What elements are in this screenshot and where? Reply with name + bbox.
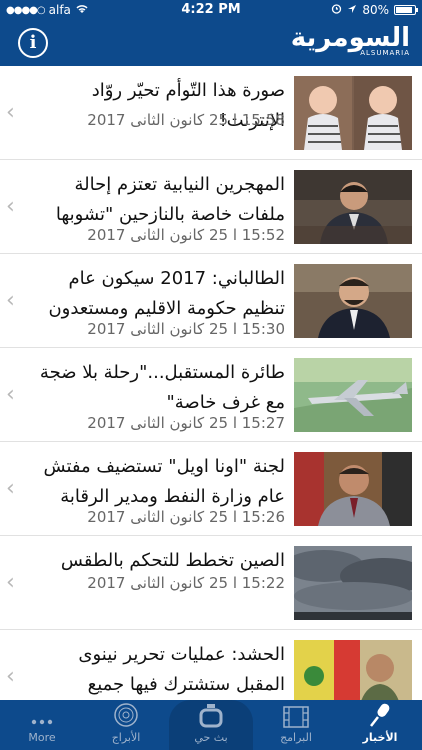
- news-item[interactable]: الطالباني: 2017 سيكون عام تنظيم حكومة ال…: [0, 254, 422, 348]
- chevron-left-icon: ‹: [6, 476, 15, 501]
- news-title: لجنة "اونا اويل" تستضيف مفتش عام وزارة ا…: [43, 456, 285, 507]
- news-title: الحشد: عمليات تحرير نينوى المقبل ستشترك …: [78, 644, 285, 695]
- news-date: 15:30 ا 25 كانون الثانى 2017: [87, 320, 285, 338]
- live-tv-icon: [169, 700, 253, 728]
- news-item[interactable]: الحشد: عمليات تحرير نينوى المقبل ستشترك …: [0, 630, 422, 700]
- news-title: المهجرين النيابية تعتزم إحالة ملفات خاصة…: [55, 174, 285, 225]
- chevron-left-icon: ‹: [6, 570, 15, 595]
- tab-label: الأخبار: [362, 731, 398, 744]
- news-date: 15:27 ا 25 كانون الثانى 2017: [87, 414, 285, 432]
- tab-live[interactable]: بث حي: [169, 700, 253, 750]
- location-icon: [347, 3, 357, 17]
- news-thumbnail: [294, 640, 412, 700]
- news-item[interactable]: طائرة المستقبل..."رحلة بلا ضجة مع غرف خا…: [0, 348, 422, 442]
- news-item[interactable]: المهجرين النيابية تعتزم إحالة ملفات خاصة…: [0, 160, 422, 254]
- tab-label: بث حي: [194, 731, 228, 744]
- chevron-left-icon: ‹: [6, 100, 15, 125]
- tab-news[interactable]: الأخبار: [338, 700, 422, 750]
- news-title: طائرة المستقبل..."رحلة بلا ضجة مع غرف خا…: [39, 362, 285, 413]
- chevron-left-icon: ‹: [6, 664, 15, 689]
- alarm-icon: [331, 3, 342, 17]
- chevron-left-icon: ‹: [6, 382, 15, 407]
- chevron-left-icon: ‹: [6, 194, 15, 219]
- news-date: 15:22 ا 25 كانون الثانى 2017: [87, 574, 285, 592]
- chevron-left-icon: ‹: [6, 288, 15, 313]
- film-icon: [254, 700, 338, 728]
- tab-more[interactable]: More: [0, 700, 84, 750]
- tab-label: الأبراج: [111, 731, 141, 744]
- logo: السومرية ALSUMARIA: [291, 24, 410, 57]
- news-title: الطالباني: 2017 سيكون عام تنظيم حكومة ال…: [48, 268, 285, 319]
- news-thumbnail: [294, 76, 412, 150]
- tab-label: More: [28, 731, 56, 744]
- microphone-icon: [338, 700, 422, 728]
- tab-label: البرامج: [280, 731, 312, 744]
- news-thumbnail: [294, 170, 412, 244]
- status-bar: ●●●●○ alfa 4:22 PM 80%: [0, 0, 422, 20]
- news-title: الصين تخطط للتحكم بالطقس: [60, 550, 285, 571]
- tab-bar: More الأبراج بث حي البرامج الأخبار: [0, 700, 422, 750]
- news-item[interactable]: صورة هذا التّوأم تحيّر روّاد الإنترنت! 1…: [0, 66, 422, 160]
- news-item[interactable]: لجنة "اونا اويل" تستضيف مفتش عام وزارة ا…: [0, 442, 422, 536]
- battery-label: 80%: [362, 3, 389, 17]
- logo-arabic: السومرية: [290, 23, 410, 53]
- news-date: 15:52 ا 25 كانون الثانى 2017: [87, 226, 285, 244]
- news-date: 15:26 ا 25 كانون الثانى 2017: [87, 508, 285, 526]
- tab-programs[interactable]: البرامج: [254, 700, 338, 750]
- info-button[interactable]: i: [18, 28, 48, 58]
- news-thumbnail: [294, 546, 412, 620]
- more-icon: [0, 700, 84, 728]
- news-thumbnail: [294, 264, 412, 338]
- tab-horoscope[interactable]: الأبراج: [84, 700, 168, 750]
- horoscope-icon: [84, 700, 168, 728]
- news-item[interactable]: الصين تخطط للتحكم بالطقس 15:22 ا 25 كانو…: [0, 536, 422, 630]
- nav-bar: i السومرية ALSUMARIA: [0, 20, 422, 66]
- news-date: 15:58 ا 25 كانون الثانى 2017: [87, 111, 285, 129]
- news-list[interactable]: صورة هذا التّوأم تحيّر روّاد الإنترنت! 1…: [0, 66, 422, 700]
- battery-icon: [394, 5, 418, 15]
- news-thumbnail: [294, 452, 412, 526]
- news-thumbnail: [294, 358, 412, 432]
